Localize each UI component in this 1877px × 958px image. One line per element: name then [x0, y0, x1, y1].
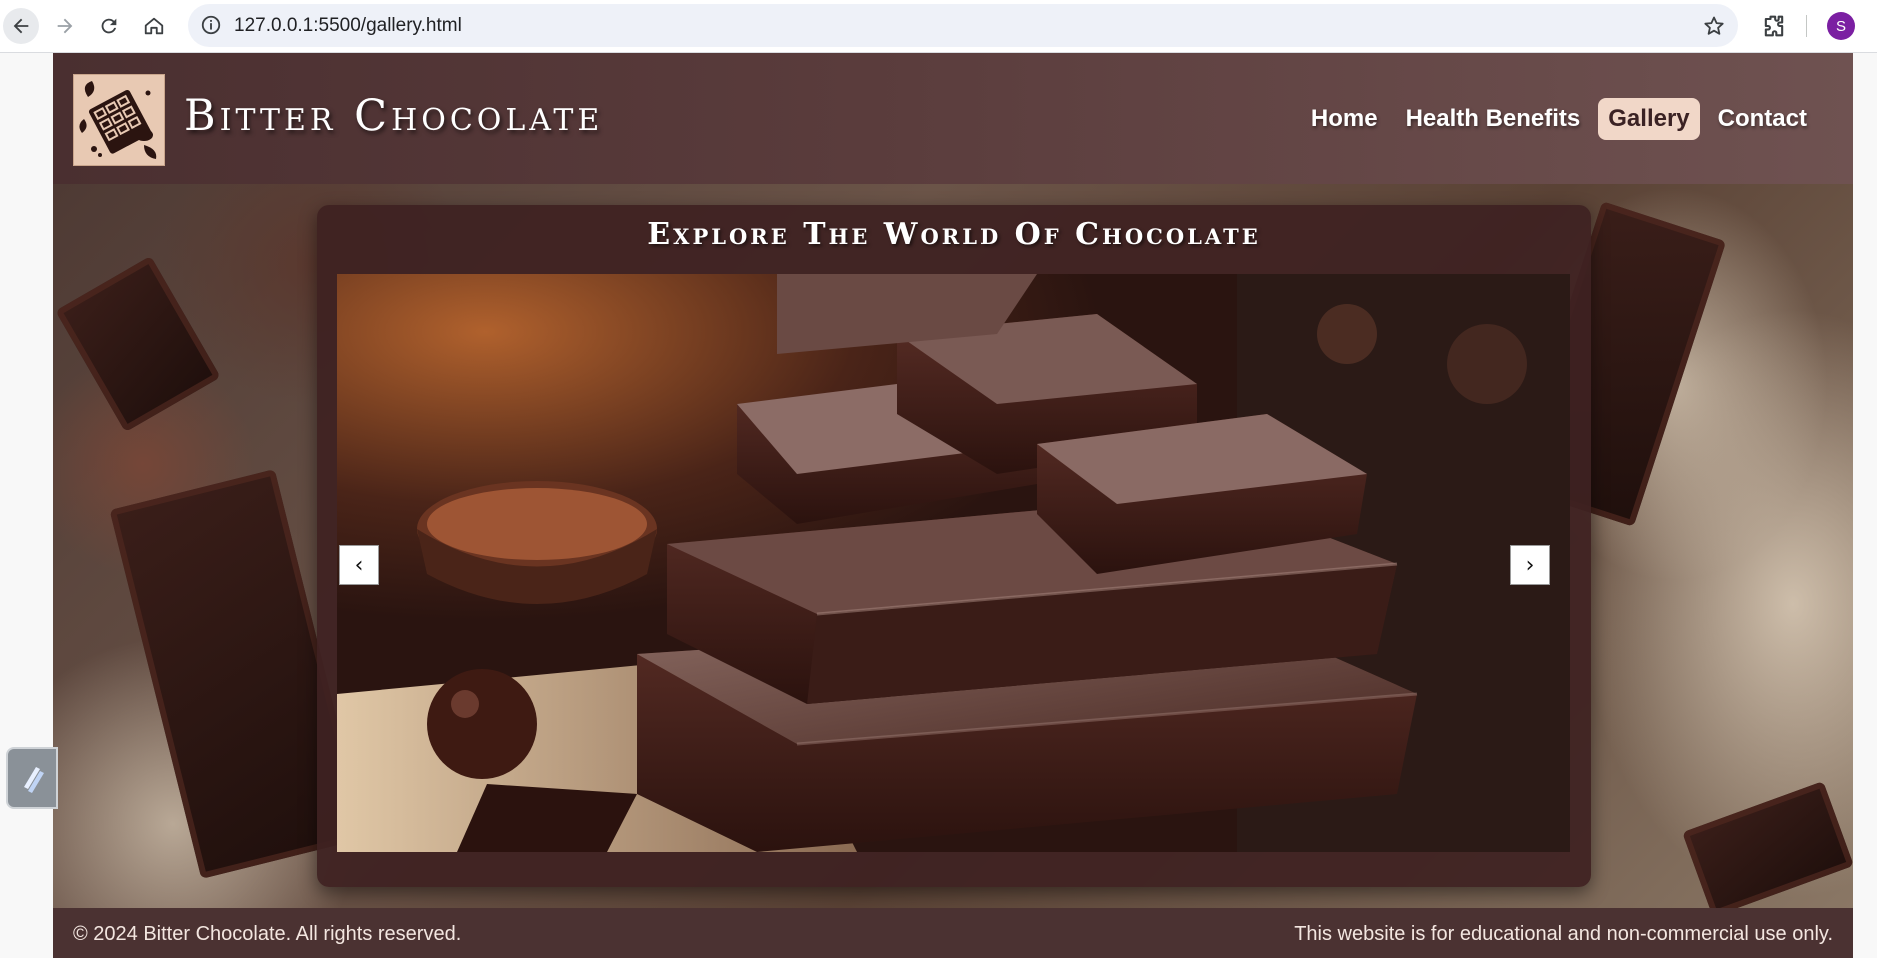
- slash-logo-icon: [24, 767, 44, 793]
- nav-contact[interactable]: Contact: [1708, 98, 1817, 140]
- logo[interactable]: [73, 74, 165, 166]
- forward-button[interactable]: [47, 8, 83, 44]
- browser-toolbar: 127.0.0.1:5500/gallery.html S: [0, 0, 1877, 53]
- star-icon[interactable]: [1702, 14, 1726, 38]
- footer-disclaimer: This website is for educational and non-…: [1294, 923, 1833, 945]
- main-nav: Home Health Benefits Gallery Contact: [1301, 98, 1817, 140]
- site-header: Bitter Chocolate Home Health Benefits Ga…: [53, 53, 1853, 184]
- home-icon: [144, 17, 164, 35]
- info-icon[interactable]: [200, 14, 222, 36]
- floating-side-widget[interactable]: [6, 747, 58, 809]
- previous-slide-button[interactable]: ‹: [339, 545, 379, 585]
- chocolate-bar-logo-icon: [74, 75, 164, 165]
- next-slide-button[interactable]: ›: [1510, 545, 1550, 585]
- footer-copyright: © 2024 Bitter Chocolate. All rights rese…: [73, 923, 462, 945]
- background-chocolate-piece: [55, 255, 221, 433]
- address-bar[interactable]: 127.0.0.1:5500/gallery.html: [188, 4, 1738, 47]
- background-chocolate-piece: [1682, 781, 1853, 917]
- back-button[interactable]: [3, 8, 39, 44]
- reload-icon: [101, 18, 117, 34]
- puzzle-icon[interactable]: [1760, 12, 1788, 40]
- nav-gallery[interactable]: Gallery: [1598, 98, 1700, 140]
- home-button[interactable]: [136, 8, 172, 44]
- nav-home[interactable]: Home: [1301, 98, 1388, 140]
- arrow-left-icon: [13, 18, 29, 34]
- arrow-right-icon: [57, 18, 73, 34]
- site-footer: © 2024 Bitter Chocolate. All rights rese…: [53, 908, 1853, 958]
- gallery-slide: ‹ ›: [337, 274, 1570, 852]
- nav-health-benefits[interactable]: Health Benefits: [1396, 98, 1591, 140]
- brand-title[interactable]: Bitter Chocolate: [184, 91, 603, 141]
- reload-button[interactable]: [91, 8, 127, 44]
- toolbar-divider: [1806, 15, 1807, 37]
- gallery-card: Explore The World Of Chocolate ‹ ›: [317, 205, 1591, 887]
- site-page: Bitter Chocolate Home Health Benefits Ga…: [53, 53, 1853, 958]
- chocolate-stack-photo: [337, 274, 1570, 852]
- url-text[interactable]: 127.0.0.1:5500/gallery.html: [234, 15, 462, 37]
- page-viewport: Bitter Chocolate Home Health Benefits Ga…: [0, 53, 1877, 958]
- gallery-title: Explore The World Of Chocolate: [647, 217, 1261, 252]
- profile-avatar[interactable]: S: [1827, 12, 1855, 40]
